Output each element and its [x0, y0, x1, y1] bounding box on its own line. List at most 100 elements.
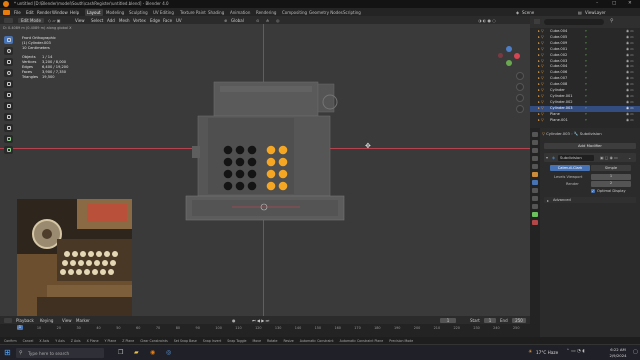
menu-edge[interactable]: Edge: [150, 18, 160, 23]
workspace-tab-sculpting[interactable]: Sculpting: [127, 9, 150, 16]
viewport-overlays-icon[interactable]: ◑ ◐ ● ○: [478, 18, 496, 23]
file-explorer-icon[interactable]: ▰: [134, 349, 139, 356]
modifier-tab-icon[interactable]: [532, 180, 538, 185]
minimize-button[interactable]: –: [596, 1, 598, 6]
scene-selector[interactable]: Scene: [522, 10, 534, 15]
menu-edit[interactable]: Edit: [26, 10, 34, 15]
navigation-gizmo[interactable]: [496, 42, 526, 142]
scale-tool-icon[interactable]: [4, 80, 13, 88]
x-axis-gizmo-icon[interactable]: [514, 53, 520, 59]
measure-tool-icon[interactable]: [4, 113, 13, 121]
menu-marker[interactable]: Marker: [76, 318, 90, 323]
scene-tab-icon[interactable]: [532, 156, 538, 161]
workspace-tab-scripting[interactable]: Scripting: [341, 9, 363, 16]
menu-uv[interactable]: UV: [176, 18, 182, 23]
end-frame-field[interactable]: 250: [512, 317, 526, 323]
workspace-tab-compositing[interactable]: Compositing: [280, 9, 309, 16]
workspace-tab-layout[interactable]: Layout: [85, 8, 103, 16]
blender-taskbar-icon[interactable]: ◉: [150, 349, 155, 356]
rotate-tool-icon[interactable]: [4, 69, 13, 77]
optimal-display-checkbox[interactable]: ✓: [591, 189, 595, 193]
workspace-tab-modeling[interactable]: Modeling: [104, 9, 126, 16]
tab-catmull-clark[interactable]: Catmull-Clark: [550, 165, 590, 171]
menu-keying[interactable]: Keying: [40, 318, 53, 323]
task-view-icon[interactable]: ❐: [118, 349, 123, 356]
add-modifier-button[interactable]: Add Modifier: [544, 143, 636, 149]
output-tab-icon[interactable]: [532, 148, 538, 153]
menu-vertex[interactable]: Vertex: [133, 18, 146, 23]
render-levels-field[interactable]: 2: [591, 181, 631, 187]
workspace-tab-animation[interactable]: Animation: [228, 9, 252, 16]
cursor-tool-icon[interactable]: [4, 47, 13, 55]
workspace-tab-shading[interactable]: Shading: [206, 9, 226, 16]
tray-icons[interactable]: ⌃ ▭ ◔ ◖: [566, 349, 585, 354]
zoom-icon[interactable]: [516, 72, 524, 80]
annotate-tool-icon[interactable]: [4, 102, 13, 110]
pan-hand-icon[interactable]: [516, 83, 524, 91]
filter-icon[interactable]: ⚲: [610, 18, 614, 24]
tab-simple[interactable]: Simple: [591, 165, 631, 171]
add-cube-tool-icon[interactable]: [4, 124, 13, 132]
y-axis-gizmo-icon[interactable]: [506, 60, 512, 66]
outliner-search-input[interactable]: [544, 19, 604, 25]
menu-add[interactable]: Add: [107, 18, 115, 23]
collapse-chevron-icon[interactable]: ▾: [546, 155, 548, 160]
snap-icon[interactable]: ⋔: [266, 18, 269, 23]
z-axis-gizmo-icon[interactable]: [506, 46, 512, 52]
camera-view-icon[interactable]: [516, 94, 524, 102]
menu-file[interactable]: File: [14, 10, 21, 15]
data-tab-icon[interactable]: [532, 212, 538, 217]
current-frame-field[interactable]: 1: [440, 317, 456, 323]
particles-tab-icon[interactable]: [532, 188, 538, 193]
levels-viewport-field[interactable]: 1: [591, 174, 631, 180]
workspace-tab-uv-editing[interactable]: UV Editing: [151, 9, 176, 16]
3d-viewport[interactable]: D: 0.4089 m (0.4089 m) along global X Fr…: [0, 24, 530, 316]
extrude-tool-icon[interactable]: [4, 135, 13, 143]
record-icon[interactable]: ●: [232, 318, 236, 323]
windows-start-icon[interactable]: ⊞: [4, 349, 12, 357]
menu-mesh[interactable]: Mesh: [119, 18, 130, 23]
inset-tool-icon[interactable]: [4, 146, 13, 154]
menu-face[interactable]: Face: [163, 18, 172, 23]
pivot-icon[interactable]: ⊙: [256, 18, 259, 23]
modifier-name-field[interactable]: Subdivision: [558, 154, 594, 161]
modifier-menu-icon[interactable]: ⌄: [628, 155, 631, 160]
object-tab-icon[interactable]: [532, 172, 538, 177]
cash-register-model[interactable]: [180, 74, 350, 224]
perspective-toggle-icon[interactable]: [516, 105, 524, 113]
advanced-subpanel[interactable]: ▸ Advanced: [544, 197, 636, 203]
close-button[interactable]: ✕: [628, 1, 632, 6]
workspace-tab-geometry-nodes[interactable]: Geometry Nodes: [307, 9, 345, 16]
constraints-tab-icon[interactable]: [532, 204, 538, 209]
menu-render[interactable]: Render: [37, 10, 51, 15]
world-tab-icon[interactable]: [532, 164, 538, 169]
select-box-tool-icon[interactable]: [4, 36, 13, 44]
render-tab-icon[interactable]: [532, 140, 538, 145]
browser-icon[interactable]: ◎: [166, 349, 171, 356]
transform-orientation-selector[interactable]: Global: [231, 18, 244, 23]
workspace-tab-texture-paint[interactable]: Texture Paint: [178, 9, 208, 16]
move-tool-icon[interactable]: [4, 58, 13, 66]
select-mode-icons[interactable]: ◇ ▱ ▣: [48, 18, 60, 23]
outliner-editor-icon[interactable]: [534, 19, 540, 24]
menu-help[interactable]: Help: [70, 10, 79, 15]
neg-x-gizmo-icon[interactable]: [498, 53, 503, 58]
taskbar-search-box[interactable]: ⚲ Type here to search: [16, 348, 104, 358]
maximize-button[interactable]: □: [612, 1, 616, 6]
physics-tab-icon[interactable]: [532, 196, 538, 201]
mode-selector[interactable]: Edit Mode: [18, 17, 44, 23]
menu-select[interactable]: Select: [91, 18, 103, 23]
menu-view[interactable]: View: [75, 18, 85, 23]
notification-icon[interactable]: ▢: [633, 349, 638, 355]
editor-type-icon[interactable]: [4, 17, 13, 23]
start-frame-field[interactable]: 1: [484, 317, 496, 323]
transform-tool-icon[interactable]: [4, 91, 13, 99]
menu-window[interactable]: Window: [52, 10, 68, 15]
timeline-editor-icon[interactable]: [4, 317, 12, 323]
view-layer-selector[interactable]: ViewLayer: [585, 10, 606, 15]
menu-view-timeline[interactable]: View: [62, 318, 72, 323]
outliner-row[interactable]: ▸ ▽ Plane.001 ▿ ◉ ▭: [530, 118, 640, 124]
workspace-tab-rendering[interactable]: Rendering: [254, 9, 278, 16]
menu-playback[interactable]: Playback: [16, 318, 34, 323]
modifier-visibility-icons[interactable]: ▣ ▢ ◉ ▭: [600, 155, 618, 160]
